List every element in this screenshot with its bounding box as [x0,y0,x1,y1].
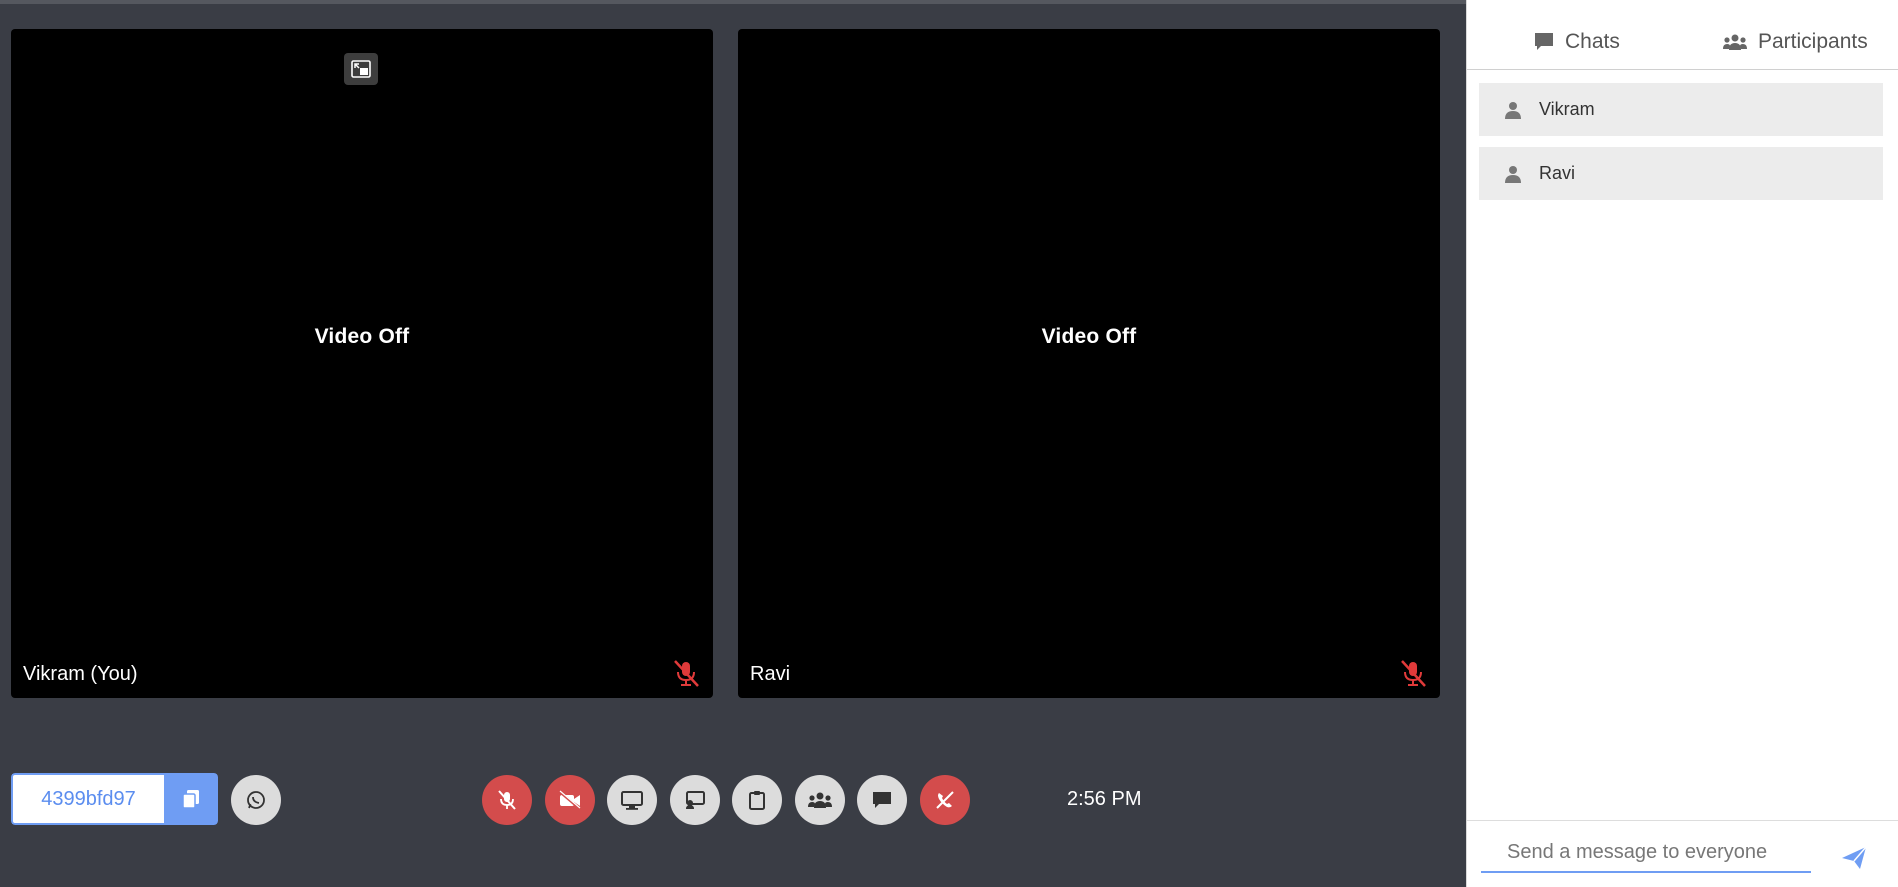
user-icon [1505,101,1521,119]
tab-chats-label: Chats [1565,30,1620,53]
video-off-label: Video Off [1041,325,1137,348]
pip-icon [351,60,371,78]
list-item[interactable]: Vikram [1479,83,1883,136]
mute-mic-button[interactable] [482,775,532,825]
meeting-id-group: 4399bfd97 [11,773,218,825]
screen-share-icon [621,791,643,810]
toggle-video-button[interactable] [545,775,595,825]
video-off-icon [559,790,581,810]
user-icon [1505,165,1521,183]
send-icon[interactable] [1839,843,1869,873]
copy-meeting-id-button[interactable] [164,773,218,825]
participants-button[interactable] [795,775,845,825]
clock-label: 2:56 PM [1067,788,1142,810]
sidebar-panel: Chats Participants Vikram Ravi Send a me… [1466,0,1898,887]
pip-toggle-button[interactable] [344,53,378,85]
hangup-icon [936,791,954,809]
video-off-label: Video Off [314,325,410,348]
chat-icon [873,792,891,808]
video-tile-self[interactable]: Video Off Vikram (You) [11,29,713,698]
whatsapp-icon [247,791,265,809]
cast-icon [686,791,705,809]
tab-chats[interactable]: Chats [1533,30,1620,54]
mic-off-icon [498,790,516,810]
list-item[interactable]: Ravi [1479,147,1883,200]
cast-button[interactable] [670,775,720,825]
copy-icon [182,790,199,809]
mic-muted-icon [1401,660,1426,687]
participants-icon [808,792,832,808]
participant-name-label: Ravi [750,663,791,685]
mic-muted-icon [674,660,699,687]
participant-name: Ravi [1539,163,1576,183]
end-call-button[interactable] [920,775,970,825]
whatsapp-share-button[interactable] [231,775,281,825]
tab-participants[interactable]: Participants [1722,30,1868,54]
tab-participants-label: Participants [1758,30,1868,53]
participant-name: Vikram [1539,99,1595,119]
participant-name-label: Vikram (You) [23,663,138,685]
users-icon [1723,34,1747,50]
clipboard-button[interactable] [732,775,782,825]
message-composer [1467,820,1898,887]
clipboard-icon [749,791,765,810]
participant-list: Vikram Ravi [1479,83,1883,211]
chat-icon [1535,33,1553,50]
message-input[interactable] [1481,833,1811,873]
meeting-id-field[interactable]: 4399bfd97 [11,773,164,825]
screen-share-button[interactable] [607,775,657,825]
video-stage: Video Off Vikram (You) Video Off Ravi 43… [0,0,1466,887]
video-tile-remote[interactable]: Video Off Ravi [738,29,1440,698]
chat-button[interactable] [857,775,907,825]
sidebar-tabs: Chats Participants [1467,0,1898,70]
